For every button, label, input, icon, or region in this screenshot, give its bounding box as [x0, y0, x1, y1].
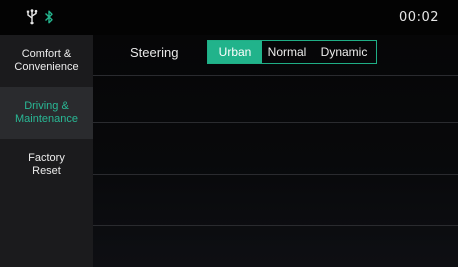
status-icons — [26, 9, 54, 25]
settings-panel: Steering Urban Normal Dynamic — [93, 35, 458, 267]
steering-mode-selector: Urban Normal Dynamic — [207, 40, 377, 64]
row-divider — [93, 75, 458, 76]
steering-option-normal[interactable]: Normal — [262, 41, 312, 63]
usb-icon — [26, 9, 38, 25]
row-divider — [93, 122, 458, 123]
row-divider — [93, 225, 458, 226]
steering-option-dynamic[interactable]: Dynamic — [312, 41, 376, 63]
clock: 00:02 — [399, 10, 439, 25]
steering-option-urban[interactable]: Urban — [208, 41, 262, 63]
sidebar-item-driving-maintenance[interactable]: Driving & Maintenance — [0, 87, 93, 139]
sidebar: Comfort & Convenience Driving & Maintena… — [0, 35, 93, 267]
steering-label: Steering — [130, 45, 179, 60]
status-bar: 00:02 — [0, 0, 458, 35]
sidebar-item-factory-reset[interactable]: Factory Reset — [0, 139, 93, 191]
sidebar-item-comfort-convenience[interactable]: Comfort & Convenience — [0, 35, 93, 87]
bluetooth-icon — [45, 10, 53, 24]
row-divider — [93, 174, 458, 175]
head-unit-screen: 00:02 Comfort & Convenience Driving & Ma… — [0, 0, 458, 267]
